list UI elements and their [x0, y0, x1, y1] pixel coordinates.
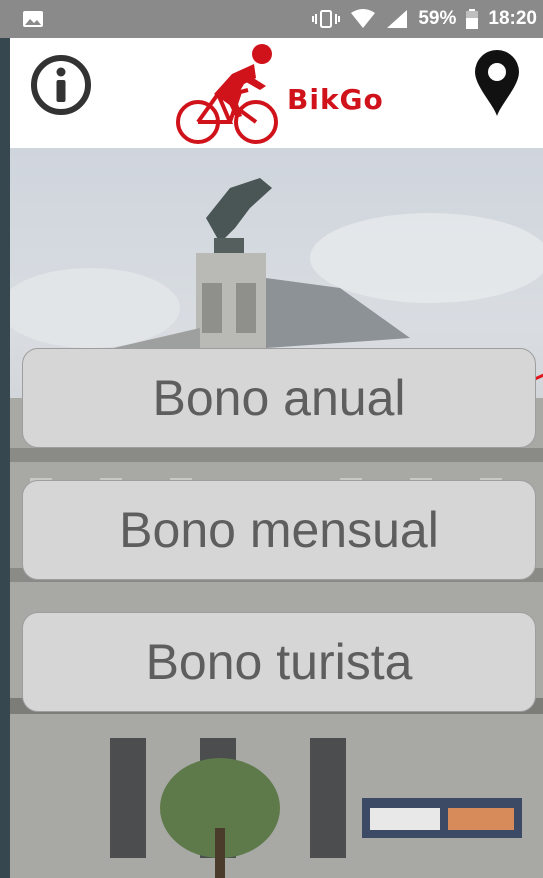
app-header: BikGo: [10, 38, 543, 148]
signal-icon: [387, 10, 408, 28]
bikgo-logo: [176, 44, 278, 144]
brand-name: BikGo: [287, 83, 384, 116]
annual-pass-button[interactable]: Bono anual: [22, 348, 536, 448]
tourist-pass-label: Bono turista: [145, 634, 413, 690]
monthly-pass-button[interactable]: Bono mensual: [22, 480, 536, 580]
info-icon[interactable]: [30, 54, 92, 116]
location-pin-icon[interactable]: [473, 50, 521, 118]
annual-pass-label: Bono anual: [152, 370, 406, 426]
monthly-pass-label: Bono mensual: [119, 502, 439, 558]
clock: 18:20: [488, 8, 537, 29]
status-bar: 59% 18:20: [0, 0, 543, 38]
image-notification-icon: [23, 11, 43, 27]
battery-percent: 59%: [418, 8, 457, 29]
wifi-icon: [351, 9, 376, 28]
tourist-pass-button[interactable]: Bono turista: [22, 612, 536, 712]
battery-icon: [466, 9, 479, 29]
vibrate-icon: [312, 10, 341, 28]
